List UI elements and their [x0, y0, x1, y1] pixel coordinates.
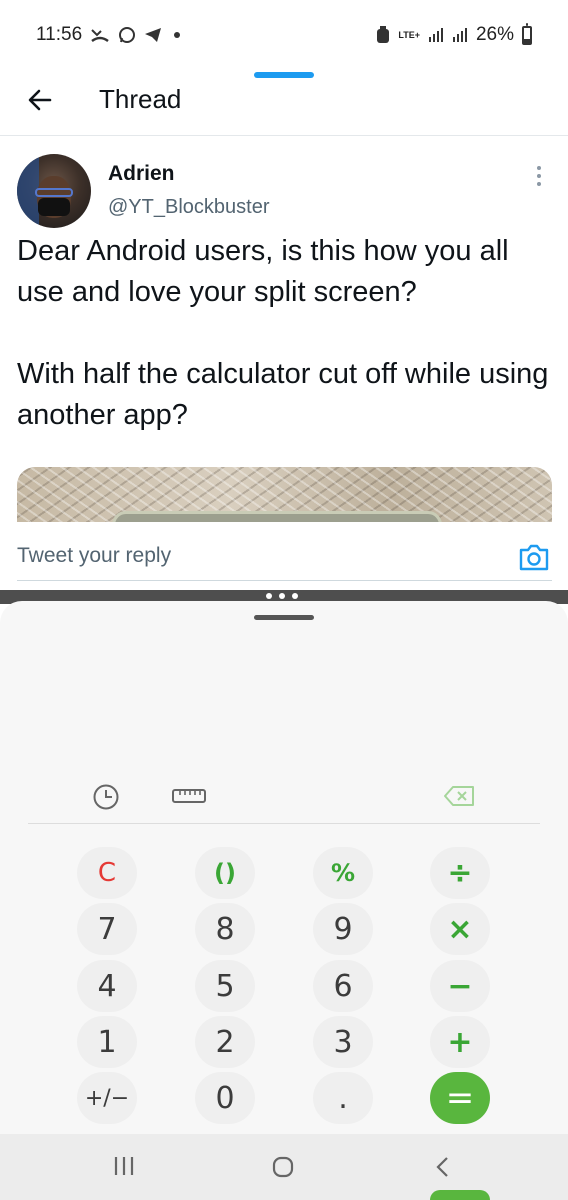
- parentheses-button[interactable]: (): [195, 847, 255, 899]
- digit-5-button[interactable]: 5: [195, 960, 255, 1012]
- digit-4-button[interactable]: 4: [77, 960, 137, 1012]
- minus-button[interactable]: −: [430, 960, 490, 1012]
- partial-equals-key: [430, 1190, 490, 1200]
- home-icon[interactable]: [272, 1156, 294, 1178]
- page-title: Thread: [99, 84, 182, 114]
- divider-dot: [292, 593, 298, 599]
- backspace-icon[interactable]: [443, 785, 475, 807]
- multiply-button[interactable]: ×: [430, 903, 490, 955]
- telegram-icon: [145, 28, 162, 42]
- digit-1-button[interactable]: 1: [77, 1016, 137, 1068]
- digit-8-button[interactable]: 8: [195, 903, 255, 955]
- equals-button[interactable]: =: [430, 1072, 490, 1124]
- digit-6-button[interactable]: 6: [313, 960, 373, 1012]
- reply-input[interactable]: Tweet your reply: [17, 544, 171, 568]
- status-left: 11:56: [36, 24, 181, 46]
- unit-converter-icon[interactable]: [172, 787, 206, 805]
- back-arrow-icon[interactable]: [26, 86, 54, 114]
- sign-toggle-button[interactable]: +/−: [77, 1072, 137, 1124]
- plus-button[interactable]: +: [430, 1016, 490, 1068]
- divider-dot: [279, 593, 285, 599]
- status-bar: 11:56 LTE+ 26%: [0, 0, 568, 70]
- tweet-text: Dear Android users, is this how you all …: [17, 235, 549, 431]
- calculator-separator: [28, 823, 540, 824]
- digit-2-button[interactable]: 2: [195, 1016, 255, 1068]
- app-header: Thread: [0, 78, 568, 136]
- reply-bar: Tweet your reply: [0, 522, 568, 592]
- decimal-button[interactable]: .: [313, 1072, 373, 1124]
- split-divider-handle[interactable]: [266, 593, 298, 599]
- battery-icon: [522, 22, 532, 45]
- history-icon[interactable]: [91, 782, 121, 812]
- whatsapp-icon: [119, 27, 136, 43]
- divide-button[interactable]: ÷: [430, 847, 490, 899]
- camera-icon[interactable]: [518, 542, 550, 572]
- digit-0-button[interactable]: 0: [195, 1072, 255, 1124]
- reply-underline: [17, 580, 552, 581]
- recents-icon[interactable]: [113, 1156, 135, 1176]
- calculator-app: C () % ÷ 7 8 9 × 4 5 6 − 1 2 3 + +/− 0 .…: [0, 601, 568, 1200]
- network-type: LTE+: [398, 29, 420, 40]
- digit-9-button[interactable]: 9: [313, 903, 373, 955]
- status-right: LTE+ 26%: [376, 22, 532, 46]
- calculator-drag-handle[interactable]: [254, 615, 314, 620]
- clear-button[interactable]: C: [77, 847, 137, 899]
- author-name[interactable]: Adrien: [108, 162, 175, 186]
- notification-dot: [174, 32, 181, 38]
- digit-7-button[interactable]: 7: [77, 903, 137, 955]
- digit-3-button[interactable]: 3: [313, 1016, 373, 1068]
- tweet: Adrien @YT_Blockbuster Dear Android user…: [0, 137, 568, 522]
- data-saver-icon: [377, 26, 390, 43]
- battery-percent: 26%: [475, 24, 514, 45]
- signal-icon: [428, 28, 443, 42]
- status-time: 11:56: [36, 24, 83, 45]
- avatar-glasses: [35, 188, 73, 197]
- more-options-icon[interactable]: [534, 164, 544, 188]
- author-handle[interactable]: @YT_Blockbuster: [108, 196, 269, 219]
- system-back-icon[interactable]: [435, 1156, 449, 1178]
- media-device-shape: [112, 511, 442, 522]
- divider-dot: [266, 593, 272, 599]
- missed-call-icon: [91, 29, 109, 43]
- avatar[interactable]: [17, 154, 91, 228]
- signal-icon-2: [452, 28, 467, 42]
- avatar-mask: [38, 198, 70, 216]
- tweet-media-image[interactable]: [17, 467, 552, 522]
- percent-button[interactable]: %: [313, 847, 373, 899]
